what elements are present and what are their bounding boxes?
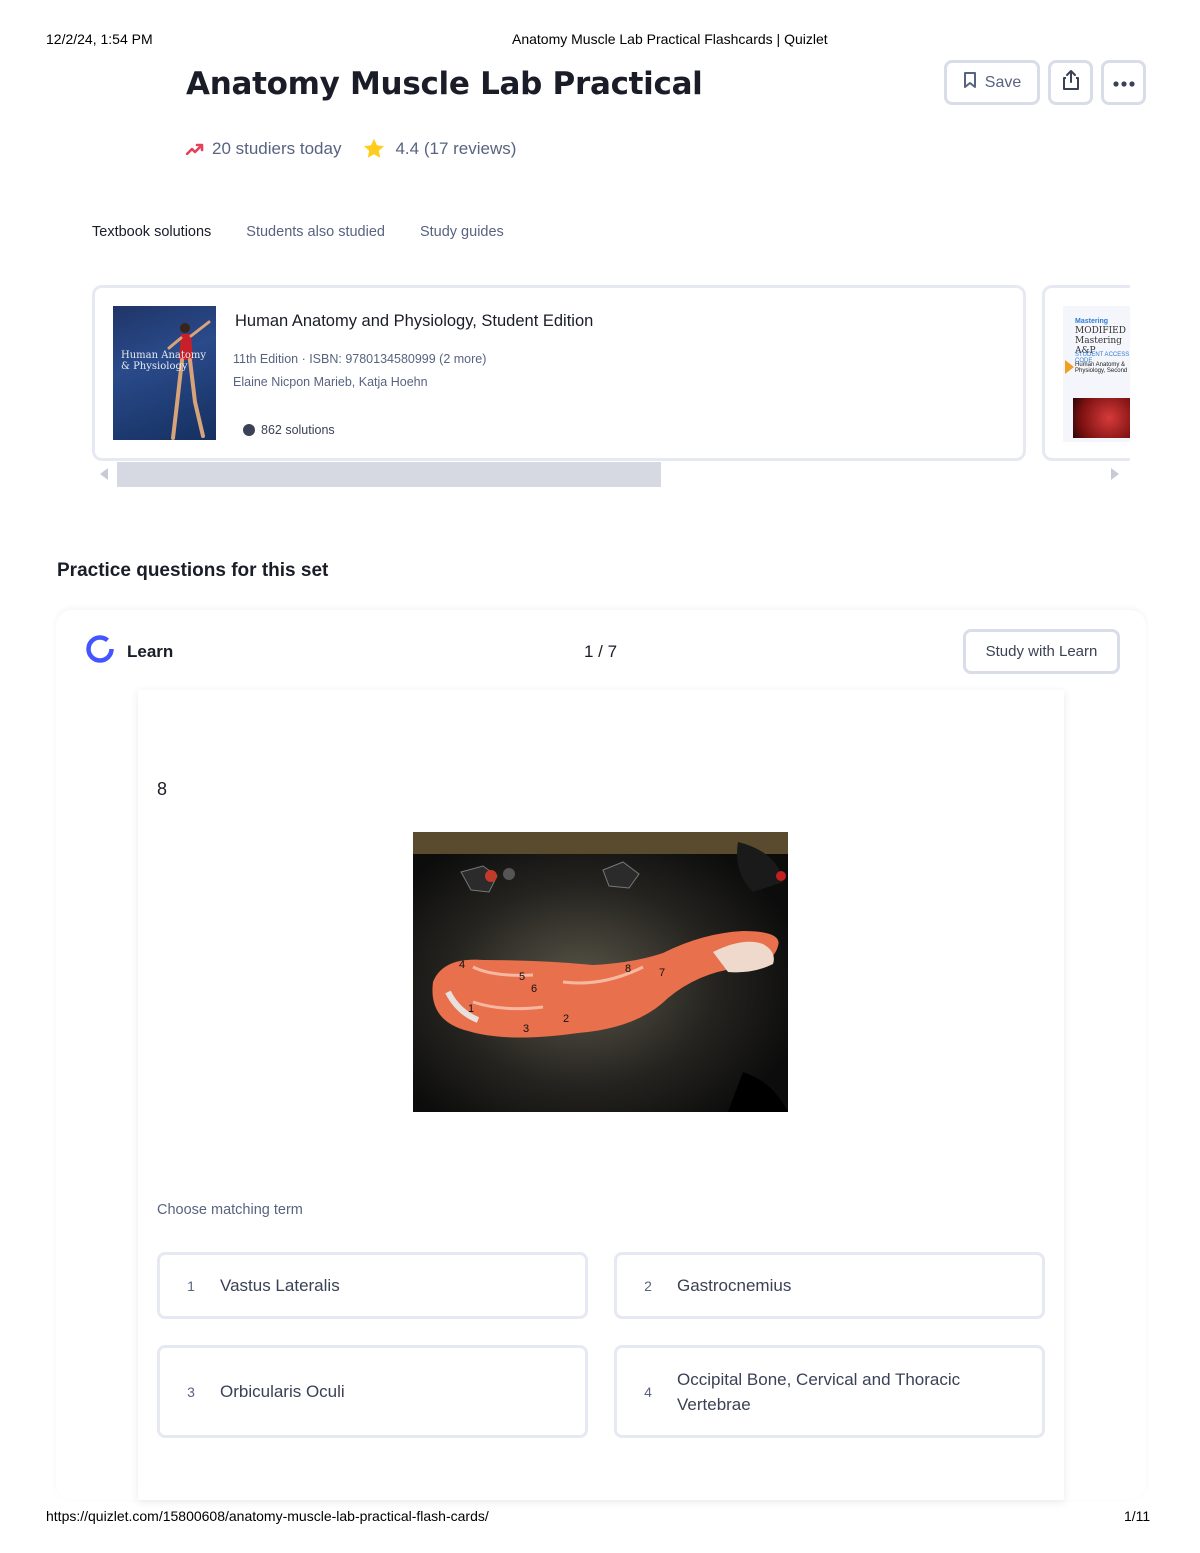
related-tabs: Textbook solutions Students also studied… (92, 224, 504, 240)
more-dots-icon (1112, 74, 1135, 92)
study-with-learn-button[interactable]: Study with Learn (963, 629, 1120, 674)
svg-text:5: 5 (519, 971, 525, 983)
choose-matching-term-label: Choose matching term (157, 1202, 303, 1218)
share-button[interactable] (1048, 60, 1093, 105)
more-options-button[interactable] (1101, 60, 1146, 105)
question-counter: 1 / 7 (584, 642, 618, 661)
svg-text:3: 3 (523, 1023, 529, 1035)
answer-option-4[interactable]: 4 Occipital Bone, Cervical and Thoracic … (614, 1345, 1045, 1438)
set-stats: 20 studiers today 4.4 (17 reviews) (186, 138, 516, 159)
cover2-heart-image (1073, 398, 1130, 438)
svg-text:8: 8 (625, 963, 631, 975)
svg-text:1: 1 (468, 1003, 474, 1015)
share-icon (1061, 69, 1081, 96)
save-button-label: Save (984, 73, 1022, 91)
learn-mode-label: Learn (127, 641, 174, 661)
textbook-edition-isbn: 11th Edition · ISBN: 9780134580999 (2 mo… (233, 352, 487, 366)
save-button[interactable]: Save (944, 60, 1040, 105)
learn-mode-header: Learn (85, 634, 173, 669)
print-date: 12/2/24, 1:54 PM (46, 31, 153, 47)
star-icon (363, 138, 385, 159)
set-title: Anatomy Muscle Lab Practical (186, 66, 703, 102)
textbook-authors: Elaine Nicpon Marieb, Katja Hoehn (233, 375, 428, 389)
print-page-number: 1/11 (1124, 1508, 1151, 1524)
leg-muscle-model-image: 1 2 3 4 5 6 7 8 (413, 832, 788, 1112)
cover2-line1: Mastering (1075, 318, 1109, 325)
option-number: 2 (644, 1277, 652, 1294)
trending-icon (186, 143, 204, 155)
answer-option-3[interactable]: 3 Orbicularis Oculi (157, 1345, 588, 1438)
option-term: Occipital Bone, Cervical and Thoracic Ve… (677, 1369, 961, 1414)
textbook-solutions-count: 862 solutions (243, 423, 335, 437)
practice-section-title: Practice questions for this set (57, 560, 329, 581)
textbook-card[interactable]: Human Anatomy & Physiology Human Anatomy… (92, 285, 1026, 461)
option-term: Orbicularis Oculi (220, 1382, 345, 1401)
rating-summary[interactable]: 4.4 (17 reviews) (395, 139, 516, 159)
svg-text:2: 2 (563, 1013, 569, 1025)
print-url: https://quizlet.com/15800608/anatomy-mus… (46, 1508, 489, 1524)
horizontal-scrollbar-thumb[interactable] (117, 462, 661, 487)
question-prompt: 8 (157, 779, 168, 799)
textbook-cover-title: Human Anatomy & Physiology (121, 350, 207, 372)
bookmark-icon (963, 72, 977, 93)
tab-students-also-studied[interactable]: Students also studied (246, 224, 385, 240)
option-number: 4 (644, 1383, 652, 1400)
option-number: 3 (187, 1383, 195, 1400)
option-number: 1 (187, 1277, 195, 1294)
tab-textbook-solutions[interactable]: Textbook solutions (92, 224, 211, 240)
scroll-left-arrow-icon[interactable] (100, 468, 108, 480)
svg-text:7: 7 (659, 967, 665, 979)
answer-option-1[interactable]: 1 Vastus Lateralis (157, 1252, 588, 1319)
tab-study-guides[interactable]: Study guides (420, 224, 504, 240)
studiers-count: 20 studiers today (212, 138, 342, 158)
svg-text:6: 6 (531, 983, 537, 995)
cover2-arrow-icon (1065, 360, 1074, 374)
textbook-card-2[interactable]: Mastering MODIFIED Mastering A&P STUDENT… (1042, 285, 1130, 461)
answer-option-2[interactable]: 2 Gastrocnemius (614, 1252, 1045, 1319)
scroll-right-arrow-icon[interactable] (1111, 468, 1119, 480)
textbook-cover-image-2: Mastering MODIFIED Mastering A&P STUDENT… (1063, 306, 1130, 442)
solutions-label: 862 solutions (261, 423, 335, 437)
textbook-title[interactable]: Human Anatomy and Physiology, Student Ed… (235, 312, 593, 331)
print-doc-title: Anatomy Muscle Lab Practical Flashcards … (512, 31, 828, 47)
set-actions: Save (944, 60, 1146, 105)
solutions-icon (243, 424, 255, 436)
textbook-cover-image: Human Anatomy & Physiology (113, 306, 216, 440)
cover2-line4: Human Anatomy & Physiology, Second (1075, 362, 1128, 374)
svg-text:4: 4 (459, 959, 465, 971)
learn-mode-icon (85, 634, 115, 669)
option-term: Vastus Lateralis (220, 1276, 340, 1295)
option-term: Gastrocnemius (677, 1276, 792, 1295)
